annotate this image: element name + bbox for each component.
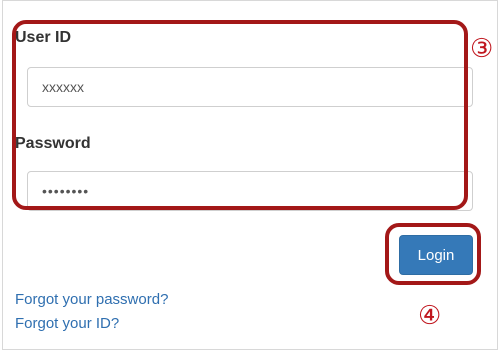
user-id-label: User ID <box>15 29 72 46</box>
forgot-password-link[interactable]: Forgot your password? <box>15 291 168 308</box>
login-button[interactable]: Login <box>399 235 473 275</box>
user-id-field[interactable]: xxxxxx <box>27 67 473 107</box>
login-step-marker: ④ <box>418 301 442 331</box>
password-field[interactable]: •••••••• <box>27 171 473 211</box>
credentials-step-marker: ③ <box>470 34 494 64</box>
forgot-id-link[interactable]: Forgot your ID? <box>15 315 119 332</box>
login-panel: User ID xxxxxx Password •••••••• Login F… <box>2 0 498 350</box>
password-label: Password <box>15 135 91 152</box>
